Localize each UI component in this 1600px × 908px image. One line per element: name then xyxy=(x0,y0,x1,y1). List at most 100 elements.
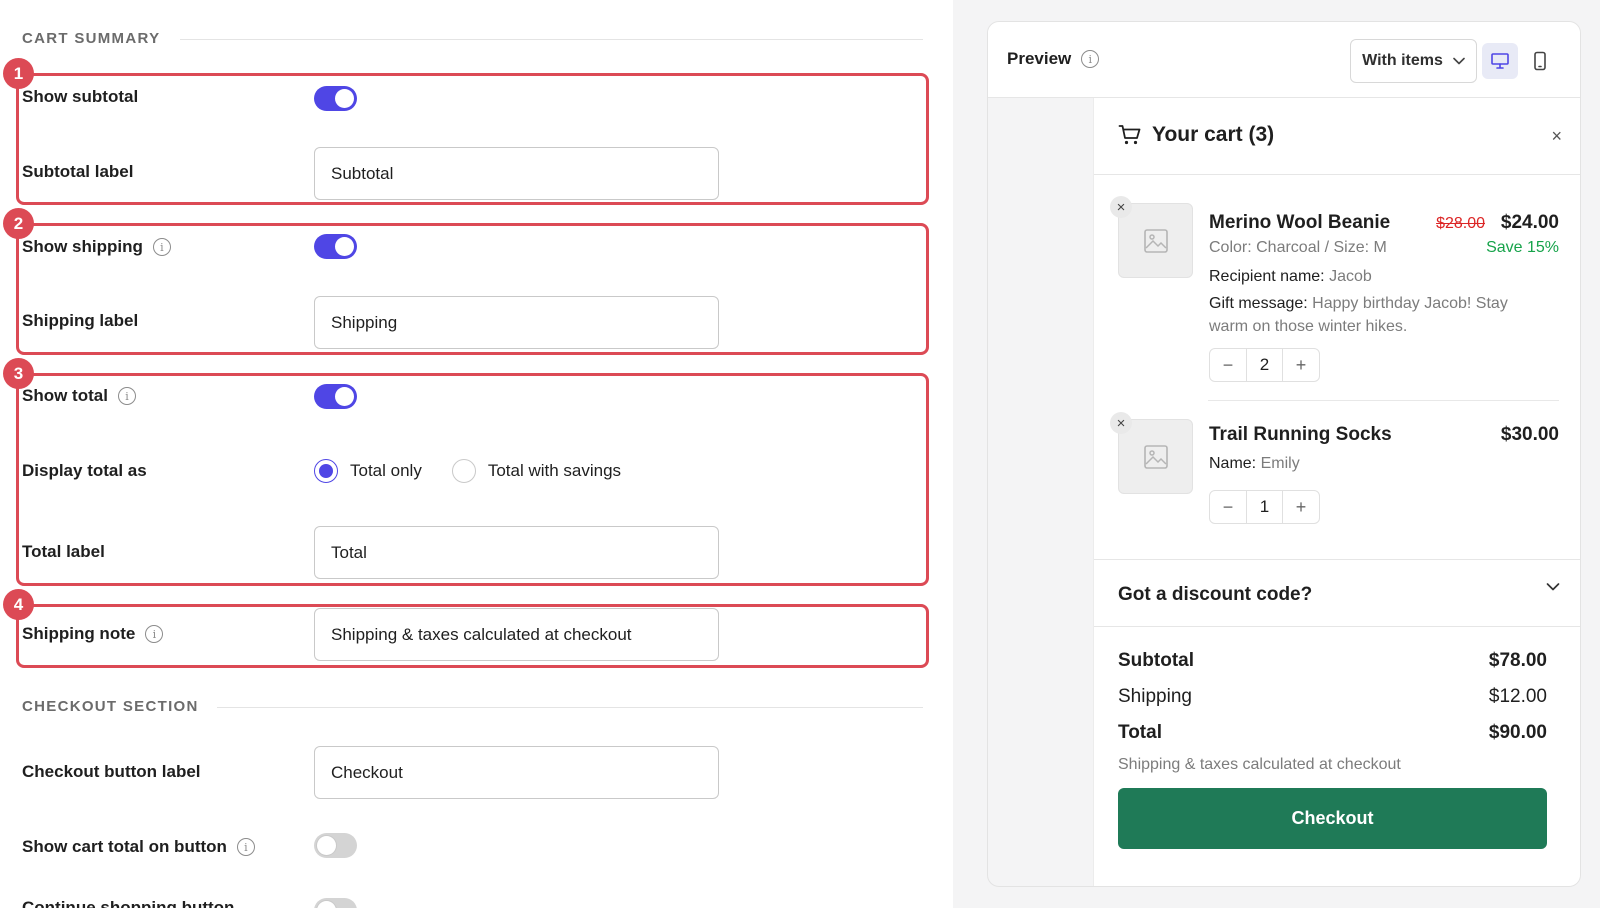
radio-label: Total only xyxy=(350,461,422,480)
radio-button[interactable] xyxy=(451,459,476,483)
minus-icon[interactable]: − xyxy=(1210,349,1246,381)
item-property: Recipient name: Jacob xyxy=(1209,268,1372,286)
subtotal-label-label: Subtotal label xyxy=(22,162,133,182)
item-original-price: $28.00 xyxy=(1436,215,1485,232)
show-total-text: Show total xyxy=(22,386,108,405)
radio-total-with-savings[interactable]: Total with savings xyxy=(451,459,622,483)
quantity-stepper: − 2 + xyxy=(1209,348,1320,382)
total-label-label: Total label xyxy=(22,542,105,562)
total-label-input[interactable] xyxy=(314,526,719,579)
radio-dot xyxy=(319,464,333,478)
item-price: $24.00 xyxy=(1500,212,1559,233)
quantity-value[interactable]: 1 xyxy=(1246,491,1283,523)
discount-label: Got a discount code? xyxy=(1118,584,1313,605)
remove-item-icon[interactable]: × xyxy=(1110,412,1132,434)
section-divider xyxy=(180,39,923,40)
plus-icon[interactable]: + xyxy=(1283,491,1319,523)
item-name[interactable]: Trail Running Socks xyxy=(1209,424,1392,446)
continue-shopping-text: Continue shopping button xyxy=(22,898,235,908)
continue-shopping-toggle[interactable] xyxy=(314,898,357,908)
chevron-down-icon xyxy=(1546,583,1560,591)
preview-mode-value: With items xyxy=(1362,52,1443,69)
remove-item-icon[interactable]: × xyxy=(1110,196,1132,218)
annotation-badge-2: 2 xyxy=(3,208,34,239)
checkout-button-label-input[interactable] xyxy=(314,746,719,799)
show-cart-total-text: Show cart total on button xyxy=(22,837,227,856)
radio-label: Total with savings xyxy=(487,461,622,480)
plus-icon[interactable]: + xyxy=(1283,349,1319,381)
mobile-view-button[interactable] xyxy=(1522,43,1558,79)
toggle-knob xyxy=(317,901,336,908)
info-icon[interactable]: i xyxy=(152,238,171,256)
property-key: Name: xyxy=(1209,455,1257,472)
info-icon[interactable]: i xyxy=(1081,50,1100,68)
show-shipping-label: Show shipping i xyxy=(22,237,171,257)
cart-item: × Merino Wool Beanie $28.00 $24.00 Save … xyxy=(1110,196,1559,383)
cart-title: Your cart (3) xyxy=(1118,123,1274,147)
radio-total-only[interactable]: Total only xyxy=(314,459,422,483)
shipping-label: Shipping xyxy=(1118,686,1192,707)
annotation-badge-1: 1 xyxy=(3,58,34,89)
settings-panel: CART SUMMARY Show subtotal Subtotal labe… xyxy=(0,0,950,908)
shipping-value: $12.00 xyxy=(1488,686,1547,707)
display-total-radio-group: Total only Total with savings xyxy=(314,459,621,483)
close-icon[interactable]: × xyxy=(1551,126,1562,147)
total-label-text: Total label xyxy=(22,542,105,561)
show-subtotal-toggle[interactable] xyxy=(314,86,357,111)
info-icon[interactable]: i xyxy=(236,838,255,856)
toggle-knob xyxy=(317,836,336,855)
subtotal-row: Subtotal $78.00 xyxy=(1118,650,1547,672)
item-gift-message: Gift message: Happy birthday Jacob! Stay… xyxy=(1209,292,1549,338)
desktop-icon xyxy=(1491,53,1509,69)
image-placeholder-icon xyxy=(1143,444,1168,469)
preview-header: Preview i With items xyxy=(988,22,1580,98)
minus-icon[interactable]: − xyxy=(1210,491,1246,523)
annotation-badge-3: 3 xyxy=(3,358,34,389)
info-icon[interactable]: i xyxy=(117,387,136,405)
property-key: Recipient name: xyxy=(1209,268,1325,285)
toggle-knob xyxy=(335,387,354,406)
cart-icon xyxy=(1118,125,1141,145)
desktop-view-button[interactable] xyxy=(1482,43,1518,79)
subtotal-label: Subtotal xyxy=(1118,650,1194,671)
shipping-row: Shipping $12.00 xyxy=(1118,686,1547,708)
shipping-note: Shipping & taxes calculated at checkout xyxy=(1118,756,1401,773)
cart-summary-heading: CART SUMMARY xyxy=(22,30,161,47)
section-divider xyxy=(217,707,923,708)
radio-button-checked[interactable] xyxy=(314,459,338,483)
show-shipping-toggle[interactable] xyxy=(314,234,357,259)
subtotal-value: $78.00 xyxy=(1488,650,1547,671)
show-subtotal-label: Show subtotal xyxy=(22,87,138,107)
shipping-note-input[interactable] xyxy=(314,608,719,661)
info-icon[interactable]: i xyxy=(145,625,164,643)
shipping-note-text: Shipping note xyxy=(22,624,136,643)
quantity-stepper: − 1 + xyxy=(1209,490,1320,524)
show-total-label: Show total i xyxy=(22,386,136,406)
property-value: Emily xyxy=(1260,455,1300,472)
property-key: Gift message: xyxy=(1209,295,1308,312)
item-name[interactable]: Merino Wool Beanie xyxy=(1209,212,1390,234)
quantity-value[interactable]: 2 xyxy=(1246,349,1283,381)
total-value: $90.00 xyxy=(1488,722,1547,743)
toggle-knob xyxy=(335,237,354,256)
show-subtotal-text: Show subtotal xyxy=(22,87,139,106)
show-cart-total-toggle[interactable] xyxy=(314,833,357,858)
shipping-label-input[interactable] xyxy=(314,296,719,349)
item-divider xyxy=(1208,400,1559,401)
item-price: $30.00 xyxy=(1500,424,1559,445)
subtotal-label-input[interactable] xyxy=(314,147,719,200)
preview-mode-select[interactable]: With items xyxy=(1350,39,1477,83)
show-total-toggle[interactable] xyxy=(314,384,357,409)
cart-item: × Trail Running Socks $30.00 Name: Emily… xyxy=(1110,412,1559,529)
checkout-button-label-label: Checkout button label xyxy=(22,762,201,782)
shipping-note-label: Shipping note i xyxy=(22,624,164,644)
total-label: Total xyxy=(1118,722,1162,743)
preview-title-text: Preview xyxy=(1007,49,1072,68)
checkout-button-label-text: Checkout button label xyxy=(22,762,201,781)
item-variant: Color: Charcoal / Size: M xyxy=(1209,239,1387,256)
shipping-label-label: Shipping label xyxy=(22,311,138,331)
property-value: Jacob xyxy=(1329,268,1372,285)
item-property: Name: Emily xyxy=(1209,455,1300,473)
checkout-button[interactable]: Checkout xyxy=(1118,788,1547,849)
discount-code-toggle[interactable]: Got a discount code? xyxy=(1094,559,1580,627)
